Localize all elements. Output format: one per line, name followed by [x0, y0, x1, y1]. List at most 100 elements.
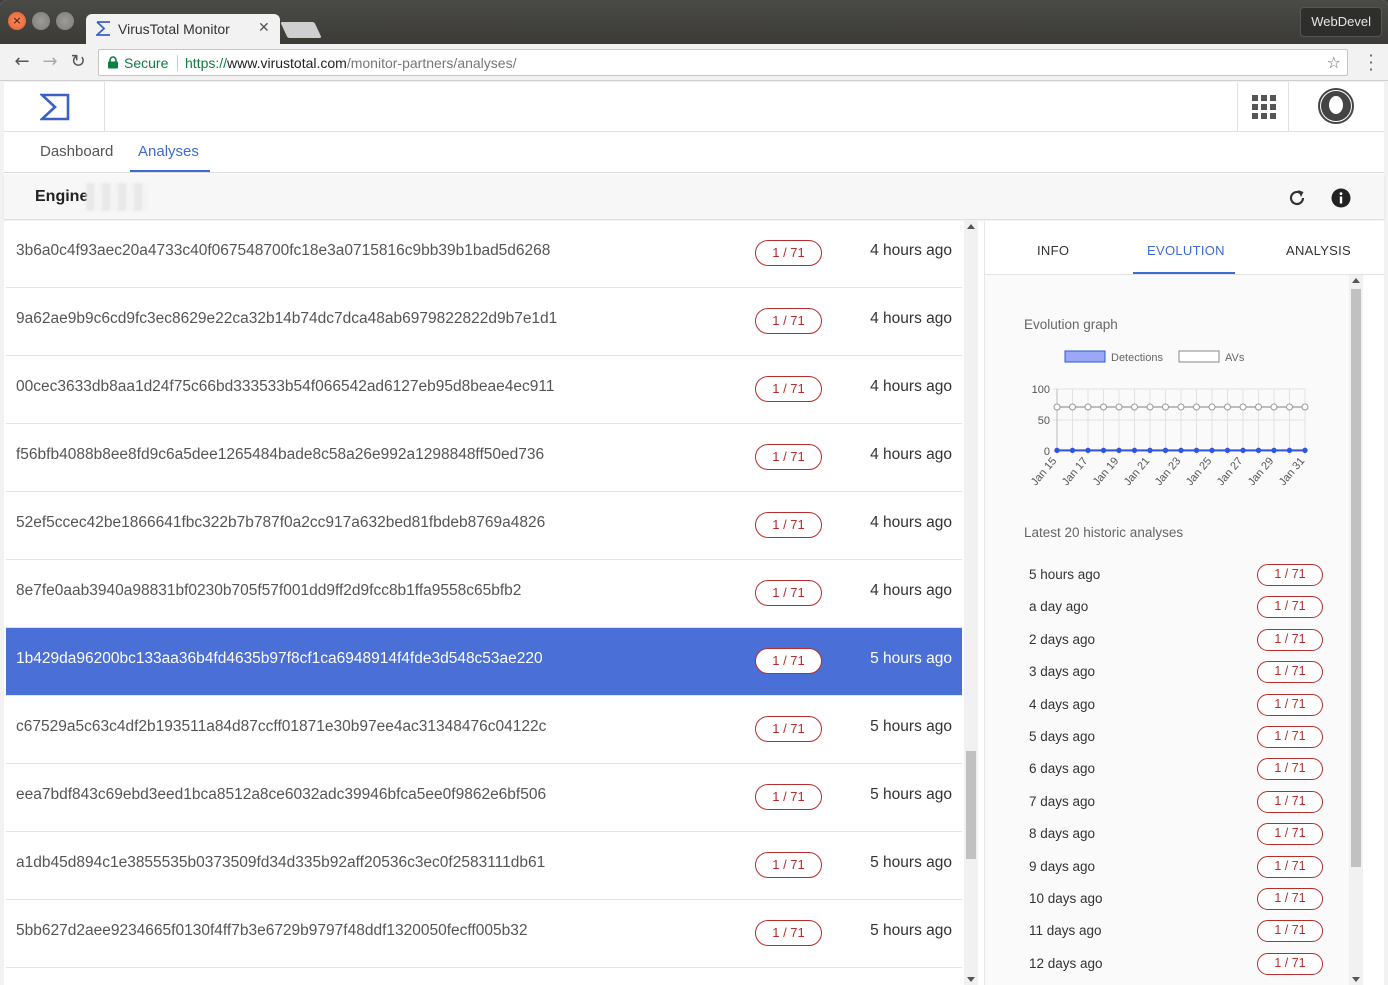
reload-icon[interactable]: ↻: [66, 50, 90, 74]
analysis-row[interactable]: 3b6a0c4f93aec20a4733c40f067548700fc18e3a…: [6, 221, 962, 288]
history-time: 7 days ago: [1029, 793, 1096, 809]
analysis-row[interactable]: 00cec3633db8aa1d24f75c66bd333533b54f0665…: [6, 356, 962, 424]
history-item[interactable]: 12 days ago 1 / 71: [1029, 952, 1325, 977]
scrollbar-thumb[interactable]: [1351, 289, 1361, 867]
tab-info[interactable]: INFO: [1037, 243, 1069, 258]
legend-swatch-avs: [1178, 350, 1220, 363]
browser-tab[interactable]: VirusTotal Monitor ✕: [86, 14, 280, 44]
bookmark-star-icon[interactable]: ☆: [1327, 53, 1341, 72]
header-divider: [1237, 82, 1238, 132]
analysis-time: 4 hours ago: [870, 310, 952, 327]
scroll-up-icon[interactable]: [1352, 278, 1360, 283]
tab-close-icon[interactable]: ✕: [258, 20, 270, 36]
window-close-button[interactable]: ×: [8, 12, 26, 30]
analysis-time: 4 hours ago: [870, 242, 952, 259]
data-point-detections: [1286, 447, 1293, 454]
analysis-time: 5 hours ago: [870, 650, 952, 667]
new-tab-button[interactable]: [280, 22, 322, 38]
detection-badge: 1 / 71: [755, 376, 822, 402]
analysis-row[interactable]: 1b429da96200bc133aa36b4fd4635b97f8cf1ca6…: [6, 628, 962, 696]
history-item[interactable]: 3 days ago 1 / 71: [1029, 661, 1325, 685]
detection-badge: 1 / 71: [1257, 790, 1323, 813]
history-item[interactable]: 10 days ago 1 / 71: [1029, 888, 1325, 912]
panel-scrollbar[interactable]: [1349, 275, 1363, 985]
analysis-row[interactable]: 52ef5ccec42be1866641fbc322b7b787f0a2cc91…: [6, 492, 962, 560]
detection-badge: 1 / 71: [755, 240, 822, 266]
address-bar[interactable]: Secure https://www.virustotal.com/monito…: [98, 49, 1348, 76]
lock-icon: [108, 56, 118, 69]
detection-badge: 1 / 71: [1257, 952, 1323, 975]
file-hash: 3b6a0c4f93aec20a4733c40f067548700fc18e3a…: [16, 242, 551, 259]
analysis-row[interactable]: eea7bdf843c69ebd3eed1bca8512a8ce6032adc3…: [6, 764, 962, 832]
history-title: Latest 20 historic analyses: [1024, 525, 1184, 540]
history-item[interactable]: 11 days ago 1 / 71: [1029, 920, 1325, 944]
detection-badge: 1 / 71: [1257, 758, 1323, 781]
data-point-detections: [1054, 447, 1060, 454]
analysis-row[interactable]: a1db45d894c1e3855535b0373509fd34d335b92a…: [6, 832, 962, 900]
history-item[interactable]: 5 hours ago 1 / 71: [1029, 564, 1325, 588]
back-arrow-icon[interactable]: ←: [10, 50, 34, 74]
virustotal-favicon-icon: [96, 21, 110, 36]
data-point-avs: [1162, 403, 1169, 411]
history-item[interactable]: 7 days ago 1 / 71: [1029, 790, 1325, 815]
history-item[interactable]: 5 days ago 1 / 71: [1029, 726, 1325, 750]
detection-badge: 1 / 71: [755, 716, 822, 742]
history-item[interactable]: 2 days ago 1 / 71: [1029, 628, 1325, 653]
x-tick-label: Jan 23: [1153, 455, 1183, 485]
details-panel: INFO EVOLUTION ANALYSIS Evolution graph …: [984, 221, 1385, 985]
scroll-down-icon[interactable]: [967, 977, 975, 982]
list-scrollbar[interactable]: [964, 221, 978, 985]
history-item[interactable]: 8 days ago 1 / 71: [1029, 823, 1325, 847]
data-point-detections: [1240, 447, 1246, 454]
scroll-down-icon[interactable]: [1352, 977, 1360, 982]
info-icon[interactable]: [1331, 188, 1351, 208]
tab-analysis[interactable]: ANALYSIS: [1286, 243, 1351, 258]
history-time: 4 days ago: [1029, 696, 1096, 712]
analysis-row[interactable]: c67529a5c63c4df2b193511a84d87ccff01871e3…: [6, 696, 962, 764]
legend-label-detections: Detections: [1111, 352, 1163, 364]
evolution-content: Evolution graph Detections AVs 0 50 100 Jan 1…: [985, 275, 1349, 985]
detection-badge: 1 / 71: [755, 648, 822, 674]
detection-badge: 1 / 71: [755, 784, 822, 810]
user-avatar-icon[interactable]: [1318, 88, 1354, 124]
data-point-avs: [1301, 403, 1309, 411]
history-time: 5 days ago: [1029, 729, 1096, 744]
tab-dashboard[interactable]: Dashboard: [40, 143, 113, 160]
tab-title: VirusTotal Monitor: [118, 21, 230, 37]
tab-analyses[interactable]: Analyses: [138, 143, 199, 160]
tab-evolution[interactable]: EVOLUTION: [1147, 243, 1225, 258]
analysis-row[interactable]: 5bb627d2aee9234665f0130f4ff7b3e6729b9797…: [6, 900, 962, 968]
analysis-row[interactable]: 9a62ae9b9c6cd9fc3ec8629e22ca32b14b74dc7d…: [6, 288, 962, 356]
data-point-detections: [1131, 447, 1138, 454]
history-time: 2 days ago: [1029, 631, 1096, 647]
details-tabs: INFO EVOLUTION ANALYSIS: [985, 221, 1385, 275]
history-item[interactable]: 4 days ago 1 / 71: [1029, 693, 1325, 718]
profile-button[interactable]: WebDevel: [1300, 7, 1382, 37]
analysis-row[interactable]: 8e7fe0aab3940a98831bf0230b705f57f001dd9f…: [6, 560, 962, 628]
detection-badge: 1 / 71: [1257, 726, 1323, 748]
detection-badge: 1 / 71: [1257, 888, 1323, 910]
data-point-detections: [1178, 447, 1184, 454]
title-bar: × VirusTotal Monitor ✕ WebDevel: [0, 0, 1388, 44]
detection-badge: 1 / 71: [1257, 920, 1323, 943]
history-item[interactable]: 9 days ago 1 / 71: [1029, 855, 1325, 880]
window-minimize-button[interactable]: [32, 12, 50, 30]
history-time: 11 days ago: [1029, 923, 1102, 939]
apps-grid-icon[interactable]: [1252, 95, 1276, 119]
detection-badge: 1 / 71: [755, 512, 822, 538]
history-item[interactable]: a day ago 1 / 71: [1029, 596, 1325, 620]
history-time: 3 days ago: [1029, 664, 1096, 680]
analysis-time: 4 hours ago: [870, 446, 952, 463]
data-point-avs: [1131, 403, 1138, 411]
browser-menu-icon[interactable]: · · ·: [1368, 48, 1374, 78]
analysis-row[interactable]: f56bfb4088b8ee8fd9c6a5dee1265484bade8c58…: [6, 424, 962, 492]
refresh-icon[interactable]: [1287, 188, 1307, 208]
scrollbar-thumb[interactable]: [966, 751, 976, 859]
forward-arrow-icon[interactable]: →: [38, 50, 62, 74]
scroll-up-icon[interactable]: [967, 224, 975, 229]
data-point-avs: [1270, 403, 1278, 411]
detection-badge: 1 / 71: [1257, 661, 1323, 684]
history-item[interactable]: 6 days ago 1 / 71: [1029, 758, 1325, 782]
window-maximize-button[interactable]: [56, 12, 74, 30]
virustotal-logo-icon[interactable]: [40, 92, 70, 122]
